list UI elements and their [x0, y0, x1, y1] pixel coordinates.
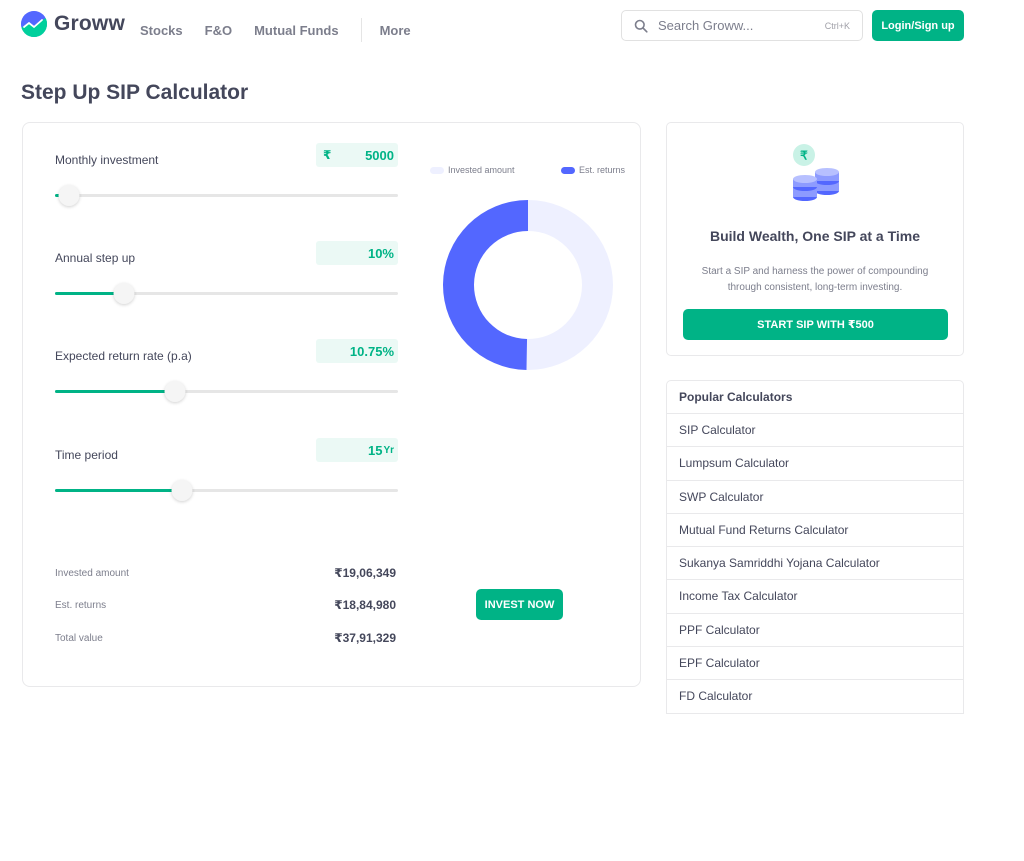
- groww-logo-icon: [21, 11, 47, 37]
- legend-returns: Est. returns: [561, 165, 625, 175]
- coin-rupee-symbol: ₹: [800, 149, 808, 163]
- donut-slice-invested: [526, 200, 613, 370]
- legend-invested: Invested amount: [430, 165, 515, 175]
- list-item[interactable]: SIP Calculator: [667, 414, 963, 448]
- annual-step-up-slider[interactable]: [55, 283, 398, 304]
- field-label: Annual step up: [55, 251, 136, 265]
- search-shortcut-hint: Ctrl+K: [824, 20, 850, 31]
- slider-fill: [55, 489, 182, 492]
- summary-value: ₹37,91,329: [334, 631, 396, 645]
- field-value-text: 15: [367, 442, 383, 458]
- donut-chart: [442, 200, 613, 370]
- nav-more[interactable]: More: [380, 23, 411, 38]
- monthly-investment-slider[interactable]: [55, 185, 398, 206]
- nav-fno[interactable]: F&O: [205, 23, 232, 38]
- summary-label: Est. returns: [55, 599, 107, 611]
- expected-return-input[interactable]: 10.75%: [316, 339, 398, 363]
- monthly-investment-input[interactable]: ₹ 5000: [316, 143, 398, 167]
- nav-stocks[interactable]: Stocks: [140, 23, 183, 38]
- summary-value: ₹18,84,980: [334, 598, 396, 612]
- brand-name: Groww: [54, 12, 126, 35]
- time-period-input[interactable]: 15 Yr: [316, 438, 398, 462]
- list-item[interactable]: Mutual Fund Returns Calculator: [667, 514, 963, 548]
- summary-invested-row: Invested amount ₹19,06,349: [55, 566, 396, 580]
- slider-thumb[interactable]: [164, 381, 186, 402]
- search-icon: [634, 19, 648, 33]
- main-nav: Stocks F&O Mutual Funds More: [140, 18, 433, 42]
- list-item[interactable]: EPF Calculator: [667, 647, 963, 681]
- page-title: Step Up SIP Calculator: [21, 81, 249, 104]
- summary-value: ₹19,06,349: [334, 566, 396, 580]
- slider-thumb[interactable]: [171, 480, 193, 501]
- expected-return-slider[interactable]: [55, 381, 398, 402]
- login-signup-button[interactable]: Login/Sign up: [872, 10, 964, 41]
- slider-fill: [55, 390, 176, 393]
- promo-description: Start a SIP and harness the power of com…: [701, 266, 929, 293]
- list-item[interactable]: Lumpsum Calculator: [667, 447, 963, 481]
- promo-title: Build Wealth, One SIP at a Time: [709, 228, 921, 244]
- field-value-text: 10.75%: [349, 343, 394, 359]
- legend-swatch-returns: [561, 166, 575, 174]
- calculator-card: Monthly investment ₹ 5000 Annual step up…: [22, 122, 641, 687]
- field-label: Expected return rate (p.a): [55, 349, 192, 363]
- legend-swatch-invested: [430, 166, 444, 174]
- list-item[interactable]: Sukanya Samriddhi Yojana Calculator: [667, 547, 963, 581]
- time-period-slider[interactable]: [55, 480, 398, 501]
- coin-stack-icon: ₹: [793, 144, 839, 201]
- donut-slice-returns: [442, 200, 528, 370]
- legend-label: Invested amount: [448, 165, 515, 175]
- list-item[interactable]: PPF Calculator: [667, 614, 963, 648]
- popular-calculators-title: Popular Calculators: [667, 381, 963, 414]
- nav-mutual-funds[interactable]: Mutual Funds: [254, 23, 339, 38]
- summary-label: Total value: [55, 632, 103, 644]
- search-bar[interactable]: Search Groww... Ctrl+K: [621, 10, 863, 41]
- field-value-text: 10%: [367, 245, 394, 261]
- popular-calculators: Popular Calculators SIP Calculator Lumps…: [666, 380, 964, 714]
- list-item[interactable]: SWP Calculator: [667, 481, 963, 514]
- summary-label: Invested amount: [55, 567, 129, 579]
- start-sip-button[interactable]: START SIP WITH ₹500: [683, 309, 948, 340]
- field-label: Time period: [55, 448, 118, 462]
- rupee-prefix: ₹: [323, 148, 332, 162]
- top-header: Groww Stocks F&O Mutual Funds More Searc…: [0, 0, 1024, 52]
- nav-divider: [360, 18, 362, 42]
- field-unit-suffix: Yr: [383, 444, 394, 456]
- search-input[interactable]: Search Groww...: [658, 18, 825, 33]
- summary-returns-row: Est. returns ₹18,84,980: [55, 598, 396, 612]
- list-item[interactable]: FD Calculator: [667, 680, 963, 714]
- list-item[interactable]: Income Tax Calculator: [667, 580, 963, 614]
- groww-logo[interactable]: Groww: [21, 11, 125, 37]
- slider-thumb[interactable]: [58, 185, 80, 206]
- field-value-text: 5000: [365, 147, 394, 163]
- annual-step-up-input[interactable]: 10%: [316, 241, 398, 265]
- promo-card: ₹ Build Wealth, One SIP at a Time Start …: [666, 122, 964, 356]
- legend-label: Est. returns: [579, 165, 626, 175]
- field-label: Monthly investment: [55, 153, 159, 167]
- invest-now-button[interactable]: INVEST NOW: [476, 589, 563, 620]
- slider-thumb[interactable]: [113, 283, 135, 304]
- summary-total-row: Total value ₹37,91,329: [55, 631, 396, 645]
